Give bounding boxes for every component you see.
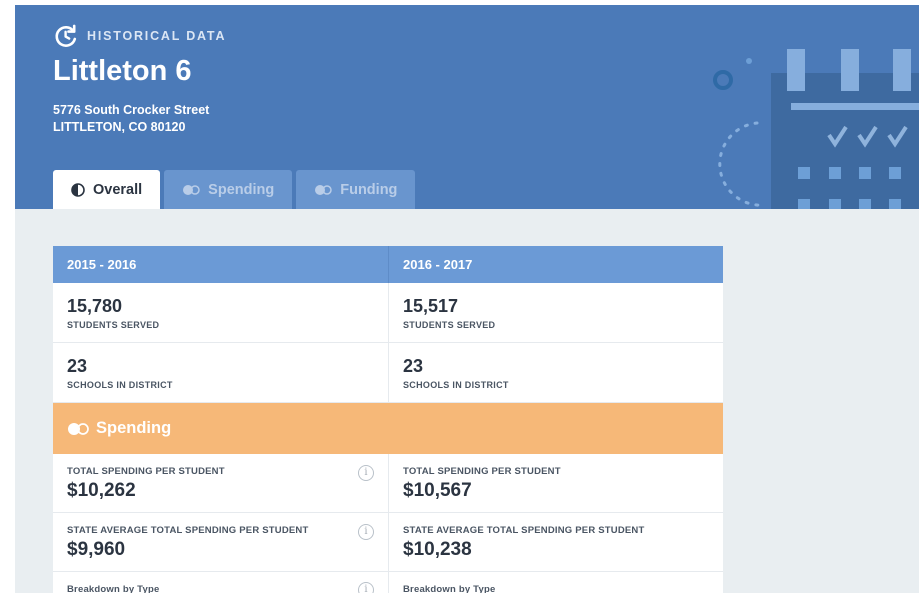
info-icon[interactable]: i (358, 465, 374, 481)
total-spending-value: $10,262 (67, 480, 136, 501)
students-served-label: STUDENTS SERVED (67, 320, 160, 330)
info-icon[interactable]: i (358, 582, 374, 593)
breakdown-label: Breakdown by Type (403, 584, 496, 593)
section-kicker: HISTORICAL DATA (53, 23, 226, 49)
tab-overall-label: Overall (93, 181, 143, 198)
breakdown-cell: Breakdown by Type i (53, 572, 388, 593)
total-spending-label: TOTAL SPENDING PER STUDENT (67, 466, 225, 477)
schools-label: SCHOOLS IN DISTRICT (403, 380, 509, 390)
table-row: 23 SCHOOLS IN DISTRICT 23 SCHOOLS IN DIS… (53, 343, 723, 403)
history-icon (55, 24, 77, 47)
state-average-label: STATE AVERAGE TOTAL SPENDING PER STUDENT (403, 525, 645, 536)
comparison-table: 2015 - 2016 2016 - 2017 15,780 STUDENTS … (53, 246, 723, 593)
calendar-icon (713, 49, 919, 209)
district-header: HISTORICAL DATA Littleton 6 5776 South C… (15, 5, 919, 209)
breakdown-cell: Breakdown by Type (388, 572, 723, 593)
tab-funding[interactable]: Funding (296, 170, 416, 209)
spending-section-header: Spending (53, 403, 723, 454)
students-served-cell: 15,780 STUDENTS SERVED (53, 283, 388, 342)
breakdown-label: Breakdown by Type (67, 584, 160, 593)
schools-cell: 23 SCHOOLS IN DISTRICT (53, 343, 388, 402)
tab-funding-label: Funding (340, 181, 398, 198)
page-frame: HISTORICAL DATA Littleton 6 5776 South C… (15, 5, 919, 593)
state-average-value: $9,960 (67, 539, 126, 560)
address-city: LITTLETON, CO 80120 (53, 120, 186, 134)
schools-value: 23 (403, 356, 424, 376)
coins-icon (315, 184, 332, 195)
state-average-label: STATE AVERAGE TOTAL SPENDING PER STUDENT (67, 525, 309, 536)
page-title: Littleton 6 (53, 55, 192, 87)
total-spending-label: TOTAL SPENDING PER STUDENT (403, 466, 561, 477)
year-header: 2015 - 2016 (67, 257, 137, 272)
tab-bar: Overall Spending Funding (53, 170, 416, 209)
table-row: TOTAL SPENDING PER STUDENT $10,262 i TOT… (53, 454, 723, 513)
schools-cell: 23 SCHOOLS IN DISTRICT (388, 343, 723, 402)
total-spending-value: $10,567 (403, 480, 472, 501)
schools-value: 23 (67, 356, 88, 376)
spending-section-label: Spending (96, 419, 172, 437)
tab-overall[interactable]: Overall (53, 170, 161, 209)
address-street: 5776 South Crocker Street (53, 103, 210, 117)
students-served-label: STUDENTS SERVED (403, 320, 496, 330)
table-row: 15,780 STUDENTS SERVED 15,517 STUDENTS S… (53, 283, 723, 343)
tab-spending-label: Spending (208, 181, 275, 198)
students-served-value: 15,517 (403, 296, 459, 316)
info-icon[interactable]: i (358, 524, 374, 540)
total-spending-cell: TOTAL SPENDING PER STUDENT $10,567 (388, 454, 723, 512)
state-average-value: $10,238 (403, 539, 472, 560)
schools-label: SCHOOLS IN DISTRICT (67, 380, 173, 390)
students-served-value: 15,780 (67, 296, 123, 316)
coins-icon (183, 184, 200, 195)
coins-icon (68, 422, 89, 435)
year-header-row: 2015 - 2016 2016 - 2017 (53, 246, 723, 283)
table-row: Breakdown by Type i Breakdown by Type (53, 572, 723, 593)
state-average-cell: STATE AVERAGE TOTAL SPENDING PER STUDENT… (53, 513, 388, 571)
pie-icon (71, 182, 85, 197)
table-row: STATE AVERAGE TOTAL SPENDING PER STUDENT… (53, 513, 723, 572)
students-served-cell: 15,517 STUDENTS SERVED (388, 283, 723, 342)
year-header: 2016 - 2017 (388, 246, 723, 283)
total-spending-cell: TOTAL SPENDING PER STUDENT $10,262 i (53, 454, 388, 512)
tab-spending[interactable]: Spending (164, 170, 293, 209)
state-average-cell: STATE AVERAGE TOTAL SPENDING PER STUDENT… (388, 513, 723, 571)
section-label: HISTORICAL DATA (87, 29, 227, 43)
